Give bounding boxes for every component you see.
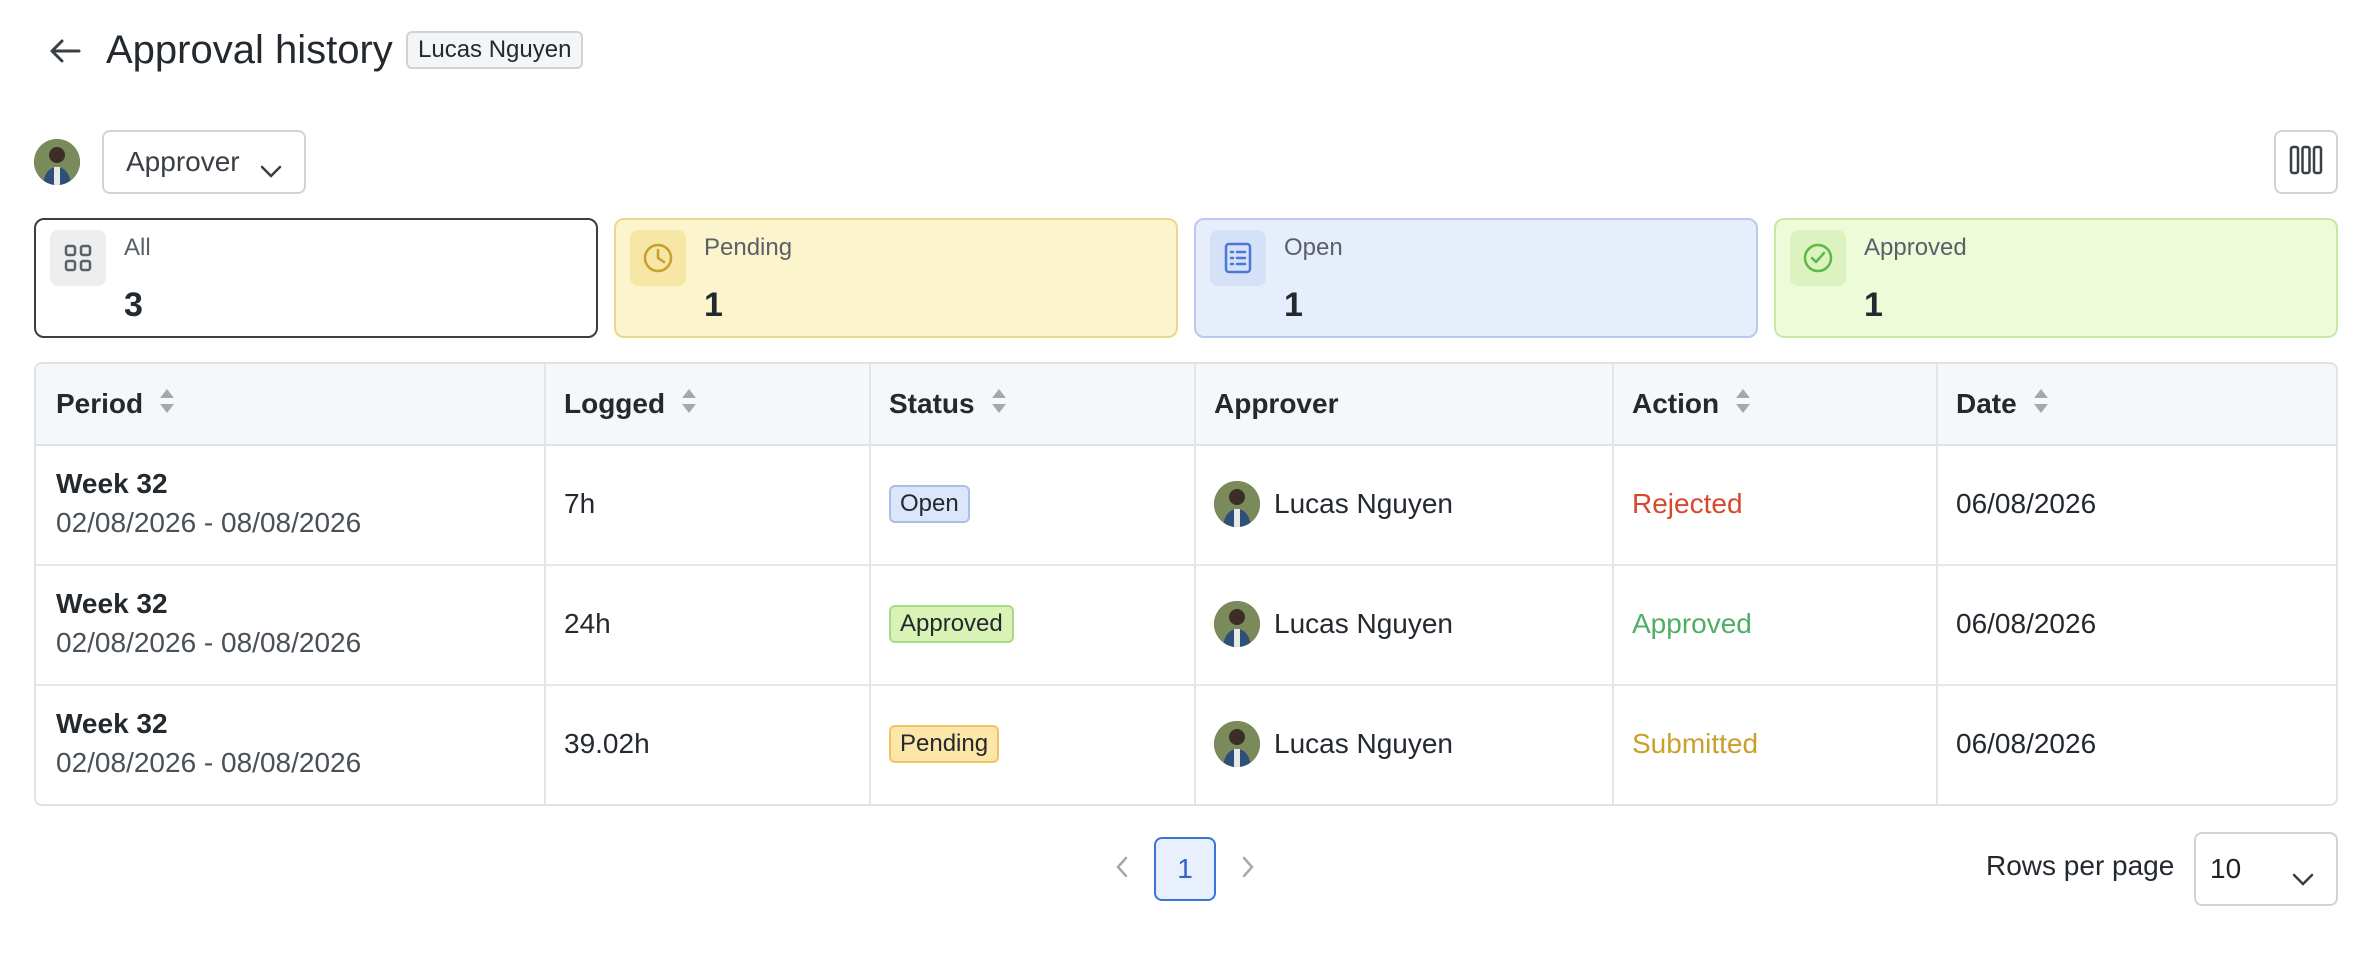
column-divider <box>1194 364 1196 804</box>
sort-icon[interactable] <box>681 387 697 422</box>
rows-per-page-label: Rows per page <box>1986 850 2175 881</box>
status-badge: Open <box>889 485 970 523</box>
list-icon <box>1210 230 1266 286</box>
column-header-logged[interactable]: Logged <box>564 364 697 444</box>
card-count: 3 <box>124 286 143 324</box>
date-cell: 06/08/2026 <box>1956 608 2097 639</box>
avatar <box>1214 601 1260 647</box>
card-label: All <box>124 234 151 261</box>
period-range: 02/08/2026 - 08/08/2026 <box>56 747 362 778</box>
approver-filter-dropdown[interactable]: Approver <box>102 130 306 194</box>
chevron-left-icon <box>1115 855 1129 884</box>
status-cell: Pending <box>889 684 1000 804</box>
logged-cell: 39.02h <box>564 728 650 759</box>
next-page-button[interactable] <box>1230 846 1266 892</box>
sort-icon[interactable] <box>991 387 1007 422</box>
column-header-date[interactable]: Date <box>1956 364 2049 444</box>
avatar[interactable] <box>34 139 80 185</box>
rows-per-page-value: 10 <box>2210 853 2242 884</box>
column-header-label: Date <box>1956 388 2017 419</box>
table-row[interactable]: Week 32 02/08/2026 - 08/08/2026 7h Open … <box>36 444 2336 566</box>
sort-icon[interactable] <box>159 387 175 422</box>
avatar <box>1214 721 1260 767</box>
column-header-approver: Approver <box>1214 364 1338 444</box>
logged-cell: 7h <box>564 488 596 519</box>
period-name: Week 32 <box>56 468 168 499</box>
columns-toggle-button[interactable] <box>2274 130 2338 194</box>
sort-icon[interactable] <box>2033 387 2049 422</box>
chevron-right-icon <box>1241 855 1255 884</box>
period-cell: Week 32 02/08/2026 - 08/08/2026 <box>56 684 361 804</box>
action-cell: Submitted <box>1632 728 1759 759</box>
approver-cell: Lucas Nguyen <box>1214 684 1453 804</box>
table-header-row: Period Logged Status Approver Action Dat… <box>36 364 2336 446</box>
period-cell: Week 32 02/08/2026 - 08/08/2026 <box>56 564 361 684</box>
approver-filter-label: Approver <box>126 146 240 177</box>
card-label: Approved <box>1864 234 1967 261</box>
column-header-label: Action <box>1632 388 1720 419</box>
period-name: Week 32 <box>56 588 168 619</box>
rows-per-page-select[interactable]: 10 <box>2194 832 2338 906</box>
column-header-status[interactable]: Status <box>889 364 1007 444</box>
card-count: 1 <box>704 286 723 324</box>
columns-icon <box>2289 145 2323 180</box>
column-header-action[interactable]: Action <box>1632 364 1751 444</box>
date-cell: 06/08/2026 <box>1956 728 2097 759</box>
status-badge: Pending <box>889 725 1000 763</box>
user-chip: Lucas Nguyen <box>406 31 584 69</box>
approver-cell: Lucas Nguyen <box>1214 444 1453 564</box>
chevron-down-icon <box>260 154 282 186</box>
table-row[interactable]: Week 32 02/08/2026 - 08/08/2026 39.02h P… <box>36 684 2336 804</box>
approver-cell: Lucas Nguyen <box>1214 564 1453 684</box>
logged-cell: 24h <box>564 608 611 639</box>
column-header-label: Status <box>889 388 975 419</box>
action-cell: Approved <box>1632 608 1752 639</box>
column-header-label: Logged <box>564 388 666 419</box>
date-cell: 06/08/2026 <box>1956 488 2097 519</box>
approver-name: Lucas Nguyen <box>1274 728 1454 759</box>
sort-icon[interactable] <box>1735 387 1751 422</box>
card-label: Pending <box>704 234 793 261</box>
page-title: Approval history <box>106 28 393 72</box>
column-divider <box>1612 364 1614 804</box>
clock-icon <box>630 230 686 286</box>
avatar <box>1214 481 1260 527</box>
column-header-label: Approver <box>1214 388 1339 419</box>
filter-card-all[interactable]: All 3 <box>34 218 598 338</box>
status-cell: Approved <box>889 564 1014 684</box>
prev-page-button[interactable] <box>1104 846 1140 892</box>
column-divider <box>544 364 546 804</box>
filter-card-pending[interactable]: Pending 1 <box>614 218 1178 338</box>
period-range: 02/08/2026 - 08/08/2026 <box>56 507 362 538</box>
page-button-current[interactable]: 1 <box>1154 837 1216 901</box>
status-cell: Open <box>889 444 970 564</box>
action-cell: Rejected <box>1632 488 1743 519</box>
approver-name: Lucas Nguyen <box>1274 488 1454 519</box>
period-name: Week 32 <box>56 708 168 739</box>
column-divider <box>1936 364 1938 804</box>
status-badge: Approved <box>889 605 1014 643</box>
column-header-label: Period <box>56 388 144 419</box>
check-circle-icon <box>1790 230 1846 286</box>
column-divider <box>869 364 871 804</box>
filter-card-approved[interactable]: Approved 1 <box>1774 218 2338 338</box>
card-label: Open <box>1284 234 1343 261</box>
back-button[interactable] <box>42 30 88 76</box>
period-cell: Week 32 02/08/2026 - 08/08/2026 <box>56 444 361 564</box>
approval-table: Period Logged Status Approver Action Dat… <box>34 362 2338 806</box>
approver-name: Lucas Nguyen <box>1274 608 1454 639</box>
period-range: 02/08/2026 - 08/08/2026 <box>56 627 362 658</box>
arrow-left-icon <box>49 38 81 69</box>
card-count: 1 <box>1864 286 1883 324</box>
card-count: 1 <box>1284 286 1303 324</box>
chevron-down-icon <box>2292 862 2314 894</box>
table-row[interactable]: Week 32 02/08/2026 - 08/08/2026 24h Appr… <box>36 564 2336 686</box>
filter-card-open[interactable]: Open 1 <box>1194 218 1758 338</box>
grid-icon <box>50 230 106 286</box>
column-header-period[interactable]: Period <box>56 364 175 444</box>
